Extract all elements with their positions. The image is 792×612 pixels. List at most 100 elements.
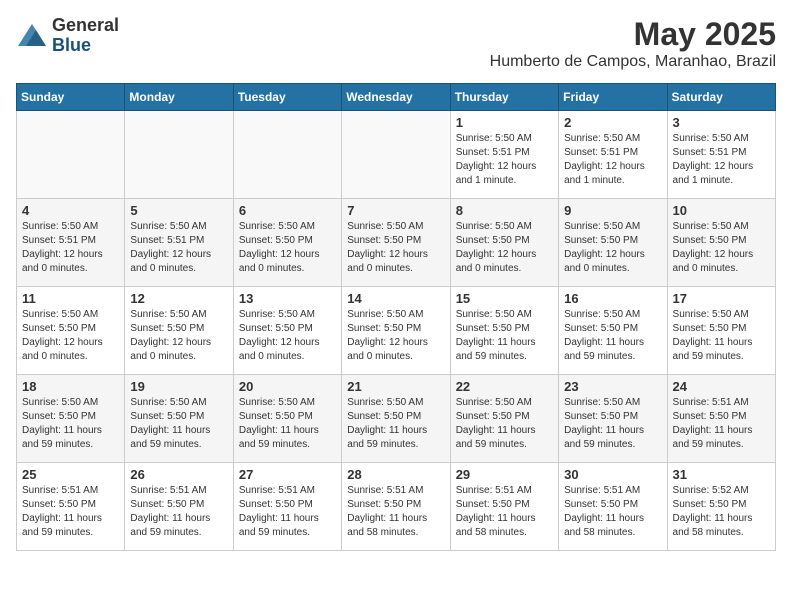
calendar-cell: 18 Sunrise: 5:50 AMSunset: 5:50 PMDayligh… bbox=[17, 375, 125, 463]
day-number: 31 bbox=[673, 467, 770, 482]
calendar-cell: 12 Sunrise: 5:50 AMSunset: 5:50 PMDayligh… bbox=[125, 287, 233, 375]
logo: General Blue bbox=[16, 16, 119, 56]
day-number: 20 bbox=[239, 379, 336, 394]
day-number: 9 bbox=[564, 203, 661, 218]
calendar-cell bbox=[17, 111, 125, 199]
col-monday: Monday bbox=[125, 84, 233, 111]
day-info: Sunrise: 5:50 AMSunset: 5:50 PMDaylight:… bbox=[564, 220, 661, 276]
calendar-cell: 13 Sunrise: 5:50 AMSunset: 5:50 PMDayligh… bbox=[233, 287, 341, 375]
page-header: General Blue May 2025 Humberto de Campos… bbox=[16, 16, 776, 71]
calendar-cell: 24 Sunrise: 5:51 AMSunset: 5:50 PMDayligh… bbox=[667, 375, 775, 463]
calendar-table: Sunday Monday Tuesday Wednesday Thursday… bbox=[16, 83, 776, 551]
day-info: Sunrise: 5:50 AMSunset: 5:51 PMDaylight:… bbox=[673, 132, 770, 188]
calendar-cell: 9 Sunrise: 5:50 AMSunset: 5:50 PMDaylight… bbox=[559, 199, 667, 287]
calendar-week-3: 11 Sunrise: 5:50 AMSunset: 5:50 PMDayligh… bbox=[17, 287, 776, 375]
day-info: Sunrise: 5:50 AMSunset: 5:50 PMDaylight:… bbox=[130, 308, 227, 364]
calendar-cell bbox=[233, 111, 341, 199]
calendar-body: 1 Sunrise: 5:50 AMSunset: 5:51 PMDaylight… bbox=[17, 111, 776, 551]
day-info: Sunrise: 5:50 AMSunset: 5:50 PMDaylight:… bbox=[456, 308, 553, 364]
day-number: 1 bbox=[456, 115, 553, 130]
logo-blue: Blue bbox=[52, 36, 119, 56]
day-number: 28 bbox=[347, 467, 444, 482]
day-number: 3 bbox=[673, 115, 770, 130]
day-number: 27 bbox=[239, 467, 336, 482]
day-info: Sunrise: 5:50 AMSunset: 5:50 PMDaylight:… bbox=[564, 308, 661, 364]
day-number: 29 bbox=[456, 467, 553, 482]
calendar-cell: 14Sunrise: 5:50 AMSunset: 5:50 PMDayligh… bbox=[342, 287, 450, 375]
calendar-cell: 4 Sunrise: 5:50 AMSunset: 5:51 PMDaylight… bbox=[17, 199, 125, 287]
calendar-cell bbox=[125, 111, 233, 199]
calendar-cell: 19 Sunrise: 5:50 AMSunset: 5:50 PMDayligh… bbox=[125, 375, 233, 463]
day-info: Sunrise: 5:51 AMSunset: 5:50 PMDaylight:… bbox=[130, 484, 227, 540]
calendar-week-1: 1 Sunrise: 5:50 AMSunset: 5:51 PMDaylight… bbox=[17, 111, 776, 199]
day-info: Sunrise: 5:51 AMSunset: 5:50 PMDaylight:… bbox=[239, 484, 336, 540]
calendar-cell: 30 Sunrise: 5:51 AMSunset: 5:50 PMDayligh… bbox=[559, 463, 667, 551]
logo-text: General Blue bbox=[52, 16, 119, 56]
logo-icon bbox=[16, 22, 48, 50]
day-number: 7 bbox=[347, 203, 444, 218]
calendar-cell: 7 Sunrise: 5:50 AMSunset: 5:50 PMDaylight… bbox=[342, 199, 450, 287]
day-info: Sunrise: 5:50 AMSunset: 5:50 PMDaylight:… bbox=[564, 396, 661, 452]
day-number: 15 bbox=[456, 291, 553, 306]
day-number: 6 bbox=[239, 203, 336, 218]
header-row: Sunday Monday Tuesday Wednesday Thursday… bbox=[17, 84, 776, 111]
calendar-cell: 29 Sunrise: 5:51 AMSunset: 5:50 PMDayligh… bbox=[450, 463, 558, 551]
calendar-cell: 17Sunrise: 5:50 AMSunset: 5:50 PMDayligh… bbox=[667, 287, 775, 375]
calendar-cell: 8Sunrise: 5:50 AMSunset: 5:50 PMDaylight… bbox=[450, 199, 558, 287]
day-info: Sunrise: 5:51 AMSunset: 5:50 PMDaylight:… bbox=[673, 396, 770, 452]
day-info: Sunrise: 5:50 AMSunset: 5:51 PMDaylight:… bbox=[22, 220, 119, 276]
day-info: Sunrise: 5:50 AMSunset: 5:50 PMDaylight:… bbox=[239, 396, 336, 452]
calendar-week-2: 4 Sunrise: 5:50 AMSunset: 5:51 PMDaylight… bbox=[17, 199, 776, 287]
day-number: 16 bbox=[564, 291, 661, 306]
day-info: Sunrise: 5:50 AMSunset: 5:50 PMDaylight:… bbox=[347, 396, 444, 452]
calendar-cell: 23 Sunrise: 5:50 AMSunset: 5:50 PMDayligh… bbox=[559, 375, 667, 463]
day-info: Sunrise: 5:50 AMSunset: 5:51 PMDaylight:… bbox=[564, 132, 661, 188]
day-info: Sunrise: 5:51 AMSunset: 5:50 PMDaylight:… bbox=[347, 484, 444, 540]
calendar-week-5: 25 Sunrise: 5:51 AMSunset: 5:50 PMDayligh… bbox=[17, 463, 776, 551]
day-info: Sunrise: 5:51 AMSunset: 5:50 PMDaylight:… bbox=[456, 484, 553, 540]
day-number: 30 bbox=[564, 467, 661, 482]
month-title: May 2025 bbox=[490, 16, 776, 53]
day-number: 4 bbox=[22, 203, 119, 218]
title-block: May 2025 Humberto de Campos, Maranhao, B… bbox=[490, 16, 776, 71]
calendar-cell: 6Sunrise: 5:50 AMSunset: 5:50 PMDaylight… bbox=[233, 199, 341, 287]
day-number: 26 bbox=[130, 467, 227, 482]
day-number: 12 bbox=[130, 291, 227, 306]
location-title: Humberto de Campos, Maranhao, Brazil bbox=[490, 53, 776, 71]
day-number: 18 bbox=[22, 379, 119, 394]
day-info: Sunrise: 5:50 AMSunset: 5:50 PMDaylight:… bbox=[456, 396, 553, 452]
calendar-cell: 2 Sunrise: 5:50 AMSunset: 5:51 PMDaylight… bbox=[559, 111, 667, 199]
day-info: Sunrise: 5:50 AMSunset: 5:50 PMDaylight:… bbox=[456, 220, 553, 276]
calendar-cell: 25Sunrise: 5:51 AMSunset: 5:50 PMDayligh… bbox=[17, 463, 125, 551]
day-info: Sunrise: 5:50 AMSunset: 5:50 PMDaylight:… bbox=[239, 308, 336, 364]
day-number: 25 bbox=[22, 467, 119, 482]
calendar-cell: 26 Sunrise: 5:51 AMSunset: 5:50 PMDayligh… bbox=[125, 463, 233, 551]
day-number: 21 bbox=[347, 379, 444, 394]
calendar-cell: 16 Sunrise: 5:50 AMSunset: 5:50 PMDayligh… bbox=[559, 287, 667, 375]
day-info: Sunrise: 5:50 AMSunset: 5:50 PMDaylight:… bbox=[22, 396, 119, 452]
day-number: 14 bbox=[347, 291, 444, 306]
calendar-cell: 27 Sunrise: 5:51 AMSunset: 5:50 PMDayligh… bbox=[233, 463, 341, 551]
day-info: Sunrise: 5:50 AMSunset: 5:50 PMDaylight:… bbox=[130, 396, 227, 452]
col-saturday: Saturday bbox=[667, 84, 775, 111]
day-number: 11 bbox=[22, 291, 119, 306]
day-number: 13 bbox=[239, 291, 336, 306]
day-number: 5 bbox=[130, 203, 227, 218]
calendar-cell: 5 Sunrise: 5:50 AMSunset: 5:51 PMDaylight… bbox=[125, 199, 233, 287]
calendar-cell: 1 Sunrise: 5:50 AMSunset: 5:51 PMDaylight… bbox=[450, 111, 558, 199]
day-info: Sunrise: 5:51 AMSunset: 5:50 PMDaylight:… bbox=[564, 484, 661, 540]
day-info: Sunrise: 5:50 AMSunset: 5:51 PMDaylight:… bbox=[456, 132, 553, 188]
calendar-week-4: 18 Sunrise: 5:50 AMSunset: 5:50 PMDayligh… bbox=[17, 375, 776, 463]
day-number: 19 bbox=[130, 379, 227, 394]
calendar-cell bbox=[342, 111, 450, 199]
day-number: 10 bbox=[673, 203, 770, 218]
day-number: 24 bbox=[673, 379, 770, 394]
day-info: Sunrise: 5:50 AMSunset: 5:51 PMDaylight:… bbox=[130, 220, 227, 276]
col-thursday: Thursday bbox=[450, 84, 558, 111]
day-number: 2 bbox=[564, 115, 661, 130]
calendar-cell: 28 Sunrise: 5:51 AMSunset: 5:50 PMDayligh… bbox=[342, 463, 450, 551]
day-number: 22 bbox=[456, 379, 553, 394]
day-number: 23 bbox=[564, 379, 661, 394]
calendar-cell: 31Sunrise: 5:52 AMSunset: 5:50 PMDayligh… bbox=[667, 463, 775, 551]
day-info: Sunrise: 5:50 AMSunset: 5:50 PMDaylight:… bbox=[347, 220, 444, 276]
